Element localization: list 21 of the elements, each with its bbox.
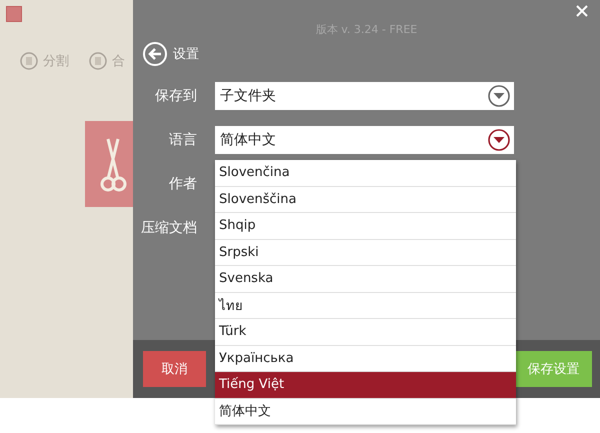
language-option[interactable]: Shqip — [215, 213, 516, 240]
field-label: 语言 — [168, 131, 197, 149]
language-option[interactable]: ไทย — [215, 292, 516, 319]
language-option[interactable]: Tiếng Việt — [215, 372, 516, 398]
dropdown-field[interactable]: 简体中文 — [215, 126, 514, 154]
language-option[interactable]: 简体中文 — [215, 398, 516, 425]
dropdown-field[interactable]: 子文件夹 — [215, 82, 514, 110]
field-label: 压缩文档 — [140, 219, 197, 237]
settings-title: 设置 — [173, 46, 199, 63]
language-option[interactable]: Slovenščina — [215, 186, 516, 213]
circle-icon — [20, 52, 38, 70]
back-button[interactable] — [143, 42, 167, 66]
app-logo-icon — [6, 6, 22, 22]
field-label: 保存到 — [154, 87, 197, 105]
language-option[interactable]: Slovenčina — [215, 160, 516, 186]
language-option[interactable]: Srpski — [215, 240, 516, 266]
language-option[interactable]: Türk — [215, 319, 516, 346]
language-option[interactable]: Svenska — [215, 266, 516, 292]
field-label: 作者 — [168, 175, 197, 193]
circle-icon — [89, 52, 107, 70]
cancel-button[interactable]: 取消 — [143, 351, 206, 387]
